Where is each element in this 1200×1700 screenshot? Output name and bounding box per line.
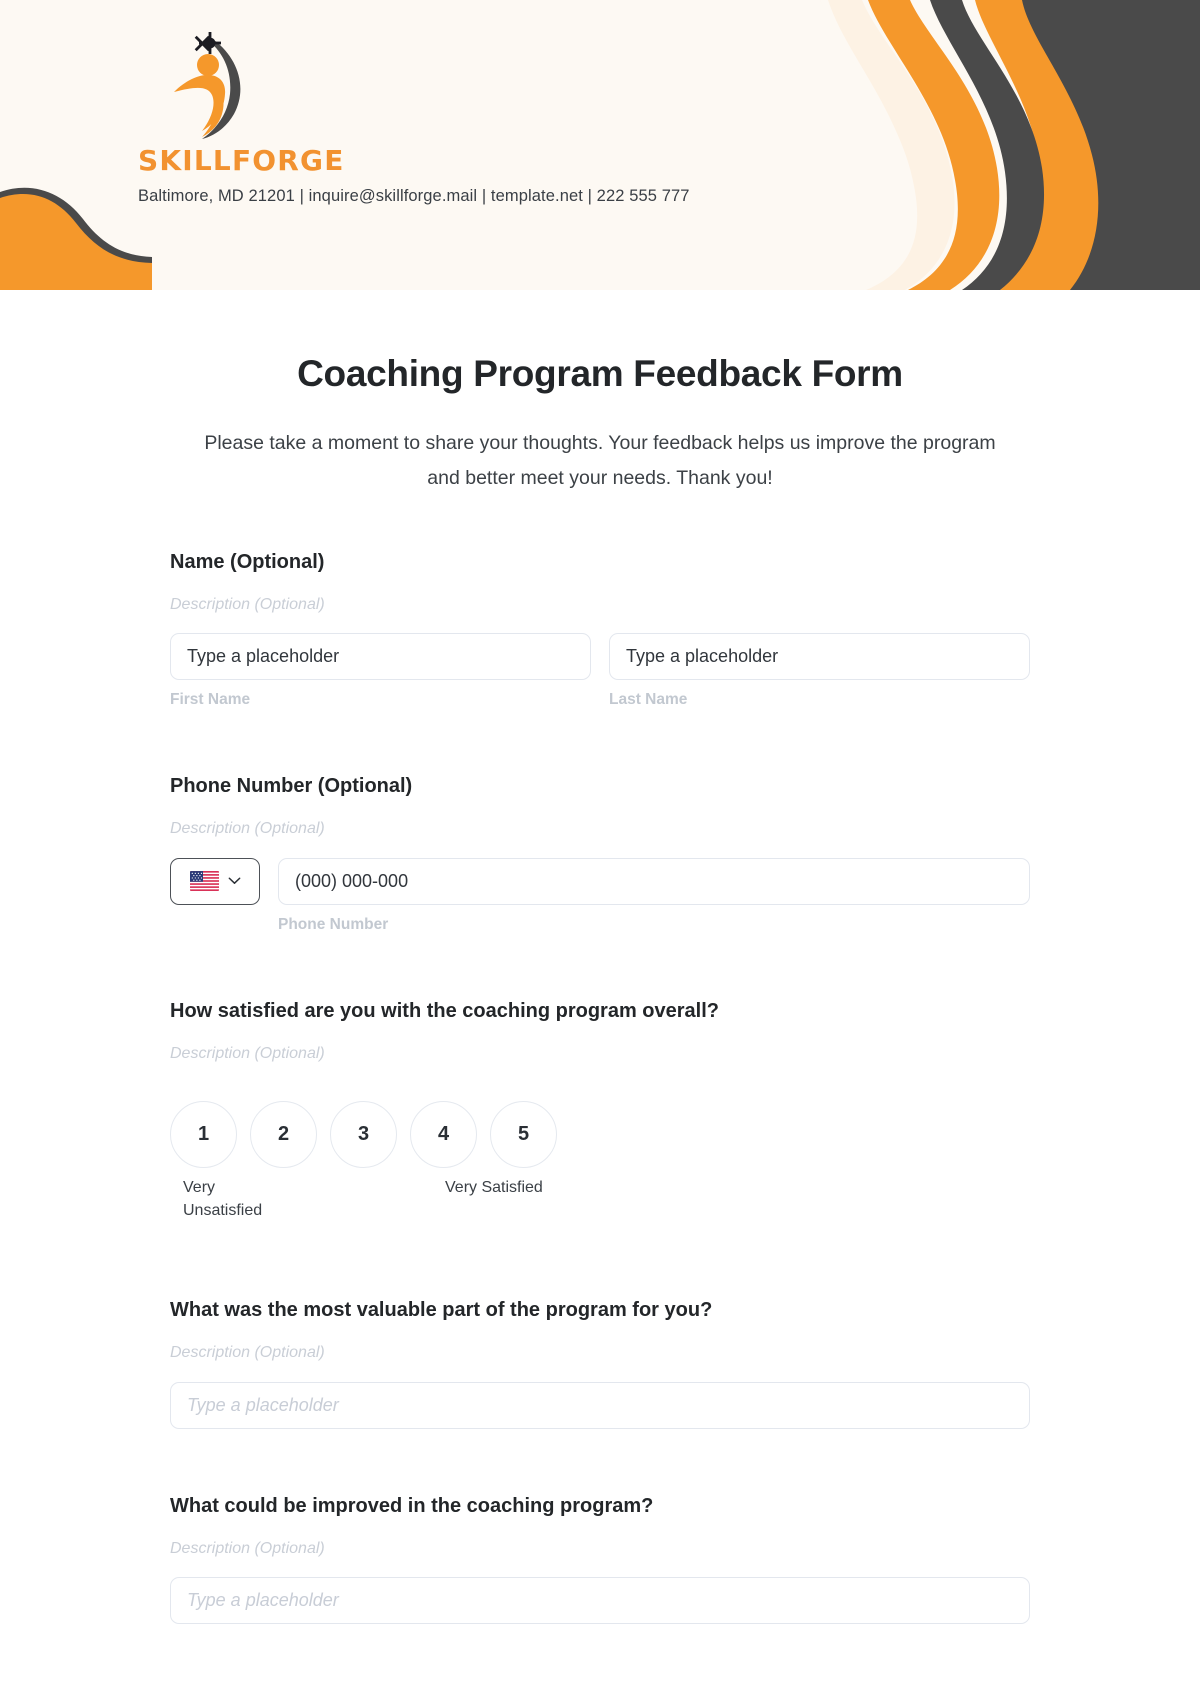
field-most-valuable: What was the most valuable part of the p… — [170, 1297, 1030, 1429]
rating-option-4[interactable]: 4 — [410, 1101, 477, 1169]
rating-scale: 1 2 3 4 5 — [170, 1101, 1030, 1169]
improvements-input[interactable] — [170, 1576, 1030, 1624]
rating-option-1[interactable]: 1 — [170, 1101, 237, 1169]
chevron-down-icon — [228, 877, 240, 885]
improvements-input-row — [170, 1576, 1030, 1624]
field-most-valuable-label: What was the most valuable part of the p… — [170, 1299, 713, 1322]
last-name-helper: Last Name — [609, 690, 688, 708]
skillforge-logo-icon — [174, 32, 241, 139]
most-valuable-input-row — [170, 1381, 1030, 1429]
phone-number-helper: Phone Number — [278, 915, 389, 933]
first-name-input[interactable] — [170, 632, 591, 680]
field-name-label: Name (Optional) — [170, 550, 325, 573]
field-improvements: What could be improved in the coaching p… — [170, 1493, 1030, 1624]
rating-option-5[interactable]: 5 — [490, 1101, 557, 1169]
last-name-input[interactable] — [609, 632, 1030, 680]
brand-name: SKILLFORGE — [138, 144, 345, 177]
phone-input-wrap — [278, 857, 1030, 905]
name-inputs-row: First Name Last Name — [170, 632, 1030, 710]
field-name: Name (Optional) Description (Optional) F… — [170, 549, 1030, 710]
field-satisfaction-description: Description (Optional) — [170, 1045, 325, 1063]
rating-option-2[interactable]: 2 — [250, 1101, 317, 1169]
field-phone-label: Phone Number (Optional) — [170, 775, 413, 798]
first-name-helper: First Name — [170, 690, 251, 708]
rating-low-label: Very Unsatisfied — [183, 1179, 263, 1220]
page-header: SKILLFORGE Baltimore, MD 21201 | inquire… — [0, 0, 1200, 290]
phone-inputs-row — [170, 857, 1030, 905]
most-valuable-input[interactable] — [170, 1381, 1030, 1429]
rating-option-3[interactable]: 3 — [330, 1101, 397, 1169]
field-improvements-label: What could be improved in the coaching p… — [170, 1494, 654, 1517]
last-name-col: Last Name — [609, 632, 1030, 710]
country-code-select[interactable] — [170, 857, 260, 905]
page-subtitle: Please take a moment to share your thoug… — [204, 432, 996, 490]
rating-high-label: Very Satisfied — [445, 1179, 543, 1197]
page-title: Coaching Program Feedback Form — [297, 353, 903, 394]
field-phone-description: Description (Optional) — [170, 820, 325, 838]
us-flag-icon — [189, 871, 219, 891]
form-sheet: Coaching Program Feedback Form Please ta… — [0, 290, 1200, 1624]
rating-captions: Very Unsatisfied Very Satisfied — [170, 1177, 1030, 1233]
field-improvements-description: Description (Optional) — [170, 1539, 325, 1557]
field-satisfaction: How satisfied are you with the coaching … — [170, 998, 1030, 1233]
field-name-description: Description (Optional) — [170, 595, 325, 613]
field-most-valuable-description: Description (Optional) — [170, 1344, 325, 1362]
field-satisfaction-label: How satisfied are you with the coaching … — [170, 1000, 720, 1023]
brand-contact-line: Baltimore, MD 21201 | inquire@skillforge… — [138, 186, 690, 205]
brand-block: SKILLFORGE Baltimore, MD 21201 | inquire… — [138, 28, 690, 206]
field-phone: Phone Number (Optional) Description (Opt… — [170, 773, 1030, 934]
phone-number-input[interactable] — [278, 857, 1030, 905]
first-name-col: First Name — [170, 632, 591, 710]
form-fields: Name (Optional) Description (Optional) F… — [170, 497, 1030, 1624]
